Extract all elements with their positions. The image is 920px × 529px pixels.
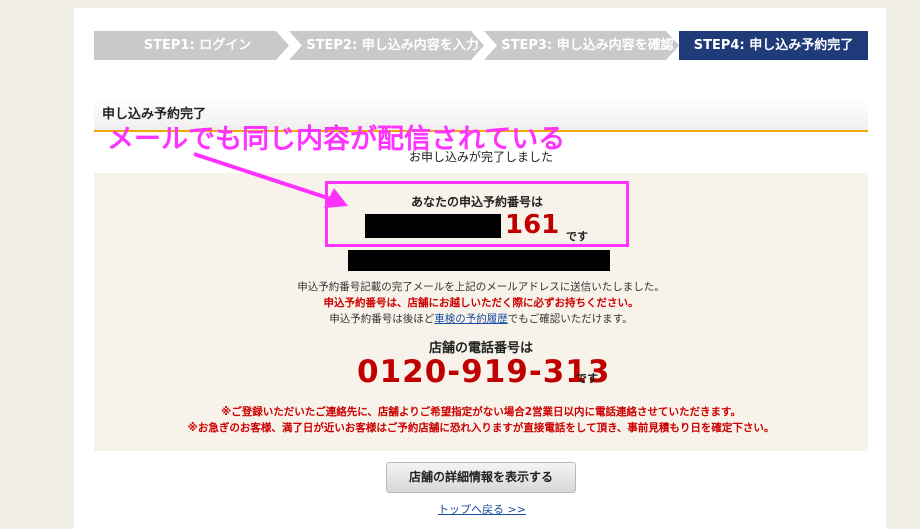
redacted-email bbox=[348, 250, 610, 271]
bring-number-notice: 申込予約番号は、店舗にお越しいただく際に必ずお持ちください。 bbox=[323, 297, 639, 309]
history-notice: 申込予約番号は後ほど車検の予約履歴でもご確認いただけます。 bbox=[94, 311, 868, 326]
phone-desu: です bbox=[576, 372, 598, 385]
reservation-history-link[interactable]: 車検の予約履歴 bbox=[434, 313, 508, 325]
history-notice-before: 申込予約番号は後ほど bbox=[329, 313, 435, 325]
store-details-button[interactable]: 店舗の詳細情報を表示する bbox=[386, 462, 576, 493]
step-1: STEP1: ログイン bbox=[94, 31, 289, 60]
annotation-arrow-icon bbox=[193, 152, 348, 208]
step-2: STEP2: 申し込み内容を入力 bbox=[289, 31, 484, 60]
step-1-label: STEP1: ログイン bbox=[143, 38, 252, 53]
step-3: STEP3: 申し込み内容を確認 bbox=[484, 31, 679, 60]
back-to-top-link[interactable]: トップへ戻る >> bbox=[438, 501, 526, 517]
store-phone-number: 0120-919-313 bbox=[357, 354, 611, 390]
annotation-text: メールでも同じ内容が配信されている bbox=[107, 124, 566, 155]
email-sent-notice: 申込予約番号記載の完了メールを上記のメールアドレスに送信いたしました。 bbox=[297, 281, 665, 293]
step-3-label: STEP3: 申し込み内容を確認 bbox=[501, 38, 674, 53]
history-notice-after: でもご確認いただけます。 bbox=[507, 313, 633, 325]
step-4-label: STEP4: 申し込み予約完了 bbox=[693, 38, 854, 53]
progress-steps: STEP1: ログイン STEP2: 申し込み内容を入力 STEP3: 申し込み… bbox=[94, 31, 868, 60]
step-2-label: STEP2: 申し込み内容を入力 bbox=[306, 38, 479, 53]
urgent-note: ※お急ぎのお客様、満了日が近いお客様はご予約店舗に恐れ入りますが直接電話をして頂… bbox=[187, 422, 775, 434]
contact-note: ※ご登録いただいたご連絡先に、店舗よりご希望指定がない場合2営業日以内に電話連絡… bbox=[221, 406, 741, 418]
step-4-current: STEP4: 申し込み予約完了 bbox=[679, 31, 868, 60]
